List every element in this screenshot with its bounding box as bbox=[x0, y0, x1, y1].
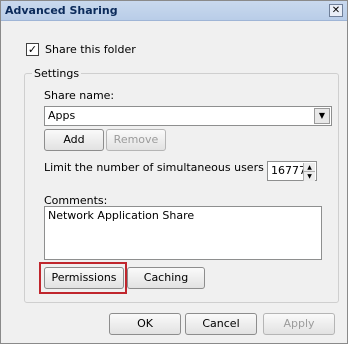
share-name-value: Apps bbox=[48, 109, 76, 122]
add-button[interactable]: Add bbox=[44, 129, 104, 151]
share-name-label: Share name: bbox=[44, 89, 115, 102]
title-bar[interactable]: Advanced Sharing ✕ bbox=[1, 1, 347, 21]
cancel-button[interactable]: Cancel bbox=[185, 313, 257, 335]
ok-button[interactable]: OK bbox=[109, 313, 181, 335]
share-folder-row[interactable]: ✓ Share this folder bbox=[26, 43, 136, 56]
caching-button[interactable]: Caching bbox=[127, 267, 205, 289]
remove-button[interactable]: Remove bbox=[106, 129, 166, 151]
apply-button[interactable]: Apply bbox=[263, 313, 335, 335]
comments-textarea[interactable]: Network Application Share bbox=[44, 206, 322, 260]
window-title: Advanced Sharing bbox=[5, 4, 118, 17]
advanced-sharing-dialog: Advanced Sharing ✕ ✓ Share this folder S… bbox=[0, 0, 348, 344]
close-icon[interactable]: ✕ bbox=[329, 4, 343, 17]
share-name-dropdown[interactable]: Apps ▼ bbox=[44, 106, 332, 126]
permissions-highlight bbox=[39, 262, 127, 294]
settings-group-label: Settings bbox=[32, 67, 82, 80]
limit-users-spinner[interactable]: ▲ ▼ bbox=[303, 163, 315, 181]
spin-up-icon[interactable]: ▲ bbox=[304, 163, 315, 172]
spin-down-icon[interactable]: ▼ bbox=[304, 172, 315, 181]
share-folder-checkbox[interactable]: ✓ bbox=[26, 43, 39, 56]
limit-users-label: Limit the number of simultaneous users t… bbox=[44, 161, 283, 174]
share-folder-label: Share this folder bbox=[45, 43, 136, 56]
comments-value: Network Application Share bbox=[48, 209, 195, 222]
limit-users-input[interactable]: 16777: ▲ ▼ bbox=[267, 161, 317, 181]
chevron-down-icon[interactable]: ▼ bbox=[314, 108, 330, 124]
